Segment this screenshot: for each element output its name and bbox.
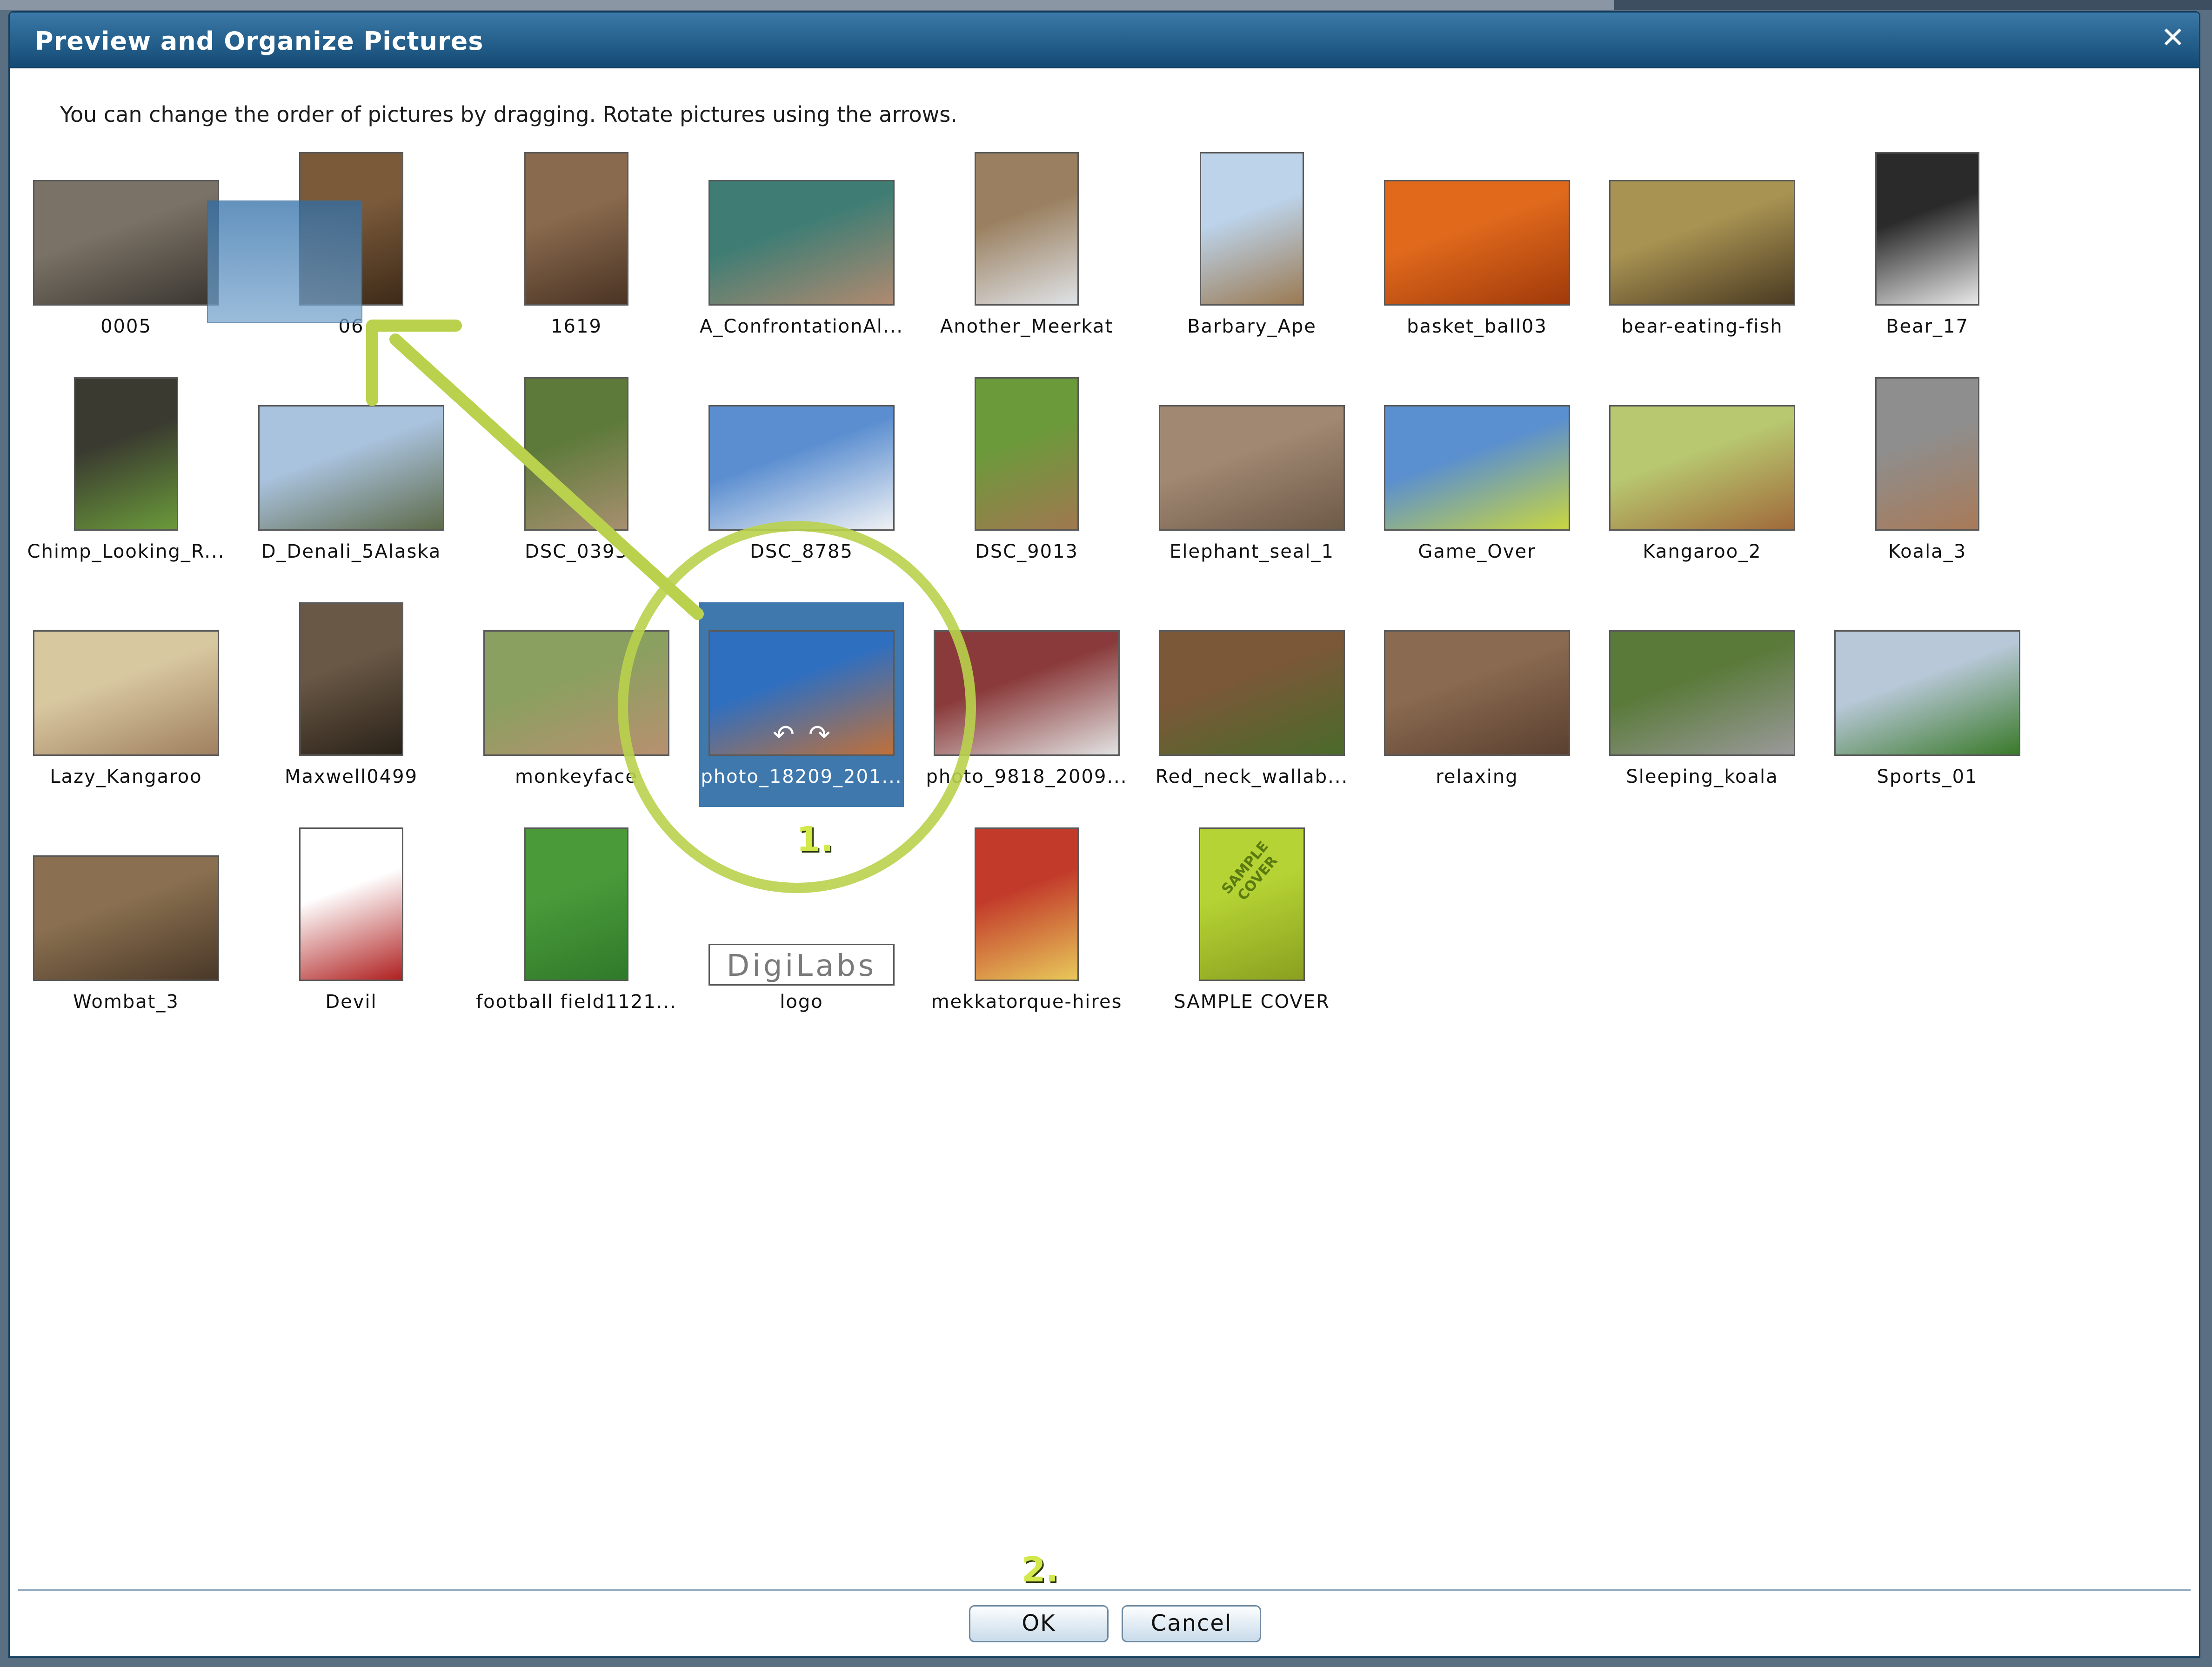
- drag-arrow: [366, 320, 704, 620]
- step-1-label: 1.: [796, 820, 834, 860]
- step-2-label: 2.: [1022, 1550, 1059, 1590]
